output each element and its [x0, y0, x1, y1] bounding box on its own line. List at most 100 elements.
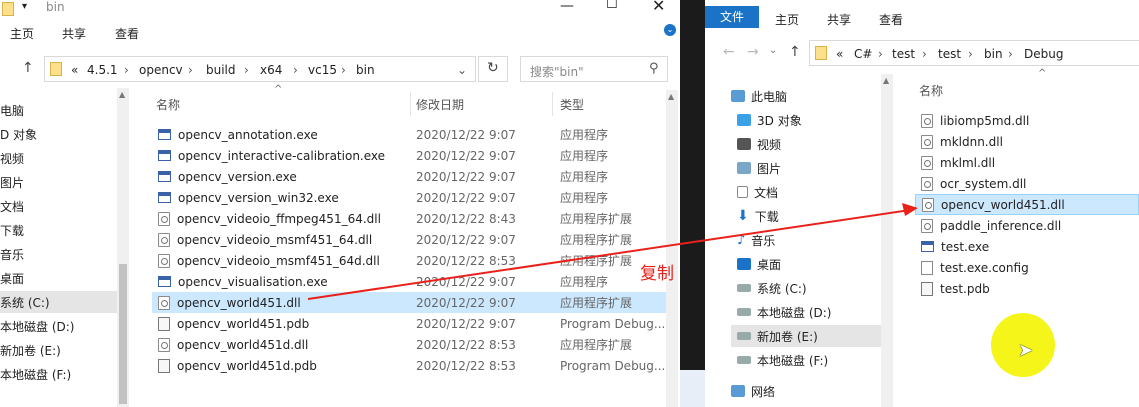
- file-row[interactable]: opencv_videoio_ffmpeg451_64.dll 2020/12/2…: [152, 208, 666, 229]
- file-row[interactable]: opencv_videoio_msmf451_64d.dll 2020/12/22…: [152, 250, 666, 271]
- file-row[interactable]: opencv_world451d.pdb 2020/12/22 8:53 Progr…: [152, 355, 666, 376]
- nav-item-pictures[interactable]: 图片: [737, 157, 881, 179]
- column-divider[interactable]: [552, 92, 553, 116]
- file-name: test.exe.config: [940, 260, 1029, 275]
- file-row[interactable]: opencv_annotation.exe 2020/12/22 9:07 应用程序: [152, 124, 666, 145]
- nav-item-documents[interactable]: 文档: [0, 195, 115, 217]
- crumb-bin[interactable]: bin: [984, 47, 1003, 61]
- tab-view[interactable]: 查看: [879, 11, 903, 28]
- file-row[interactable]: opencv_world451.pdb 2020/12/22 9:07 Progra…: [152, 313, 666, 334]
- up-arrow-icon[interactable]: ↑: [22, 60, 34, 76]
- nav-item-pc[interactable]: 电脑: [0, 99, 115, 121]
- nav-item-downloads[interactable]: ⬇ 下载: [737, 205, 881, 227]
- file-row[interactable]: opencv_videoio_msmf451_64.dll 2020/12/22 …: [152, 229, 666, 250]
- file-type: 应用程序扩展: [560, 254, 633, 268]
- nav-item-pictures[interactable]: 图片: [0, 171, 115, 193]
- column-divider[interactable]: [410, 92, 411, 116]
- scroll-up-icon[interactable]: ▲: [119, 90, 125, 99]
- nav-item-videos[interactable]: 视频: [0, 147, 115, 169]
- crumb-overflow[interactable]: «: [71, 63, 78, 77]
- file-name: paddle_inference.dll: [940, 218, 1062, 233]
- nav-item-downloads[interactable]: 下载: [0, 219, 115, 241]
- ribbon-expand-icon[interactable]: ⌄: [664, 24, 676, 36]
- file-row[interactable]: opencv_version_win32.exe 2020/12/22 9:07 应…: [152, 187, 666, 208]
- file-row[interactable]: opencv_world451.dll 2020/12/22 9:07 应用程序扩展: [152, 292, 666, 313]
- tab-file[interactable]: 文件: [705, 6, 759, 28]
- nav-item-drive-c[interactable]: 系统 (C:): [737, 277, 881, 299]
- search-input[interactable]: 搜索"bin" ⚲: [520, 56, 668, 82]
- tab-home[interactable]: 主页: [775, 11, 799, 28]
- maximize-button[interactable]: ☐: [606, 0, 618, 12]
- nav-item-drive-f[interactable]: 本地磁盘 (F:): [737, 349, 881, 371]
- column-header-type[interactable]: 类型: [560, 96, 584, 113]
- tab-share[interactable]: 共享: [827, 11, 851, 28]
- nav-item-documents[interactable]: 文档: [737, 181, 881, 203]
- crumb-opencv[interactable]: opencv: [139, 63, 183, 77]
- column-header-name[interactable]: 名称: [919, 82, 943, 99]
- tab-share[interactable]: 共享: [62, 25, 86, 42]
- refresh-button[interactable]: ↻: [478, 56, 508, 82]
- crumb-debug[interactable]: Debug: [1024, 47, 1063, 61]
- crumb-test-2[interactable]: test: [938, 47, 961, 61]
- nav-item-3d-objects[interactable]: 3D 对象: [737, 109, 881, 131]
- nav-item-desktop[interactable]: 桌面: [737, 253, 881, 275]
- tab-home[interactable]: 主页: [10, 25, 34, 42]
- close-button[interactable]: ✕: [652, 0, 665, 15]
- quick-access-dropdown-icon[interactable]: ▾: [22, 1, 27, 12]
- scroll-up-icon[interactable]: ▲: [668, 92, 674, 101]
- nav-item-videos[interactable]: 视频: [737, 133, 881, 155]
- crumb-overflow[interactable]: «: [836, 47, 843, 61]
- file-row[interactable]: mklml.dll: [915, 152, 1139, 173]
- crumb-4-5-1[interactable]: 4.5.1: [87, 63, 118, 77]
- nav-item-drive-e[interactable]: 新加卷 (E:): [0, 339, 115, 361]
- dll-file-icon: [158, 232, 170, 247]
- file-row[interactable]: opencv_version.exe 2020/12/22 9:07 应用程序: [152, 166, 666, 187]
- minimize-button[interactable]: —: [560, 0, 574, 14]
- crumb-x64[interactable]: x64: [260, 63, 282, 77]
- nav-item-drive-d[interactable]: 本地磁盘 (D:): [737, 301, 881, 323]
- nav-item-music[interactable]: ♪ 音乐: [737, 229, 881, 251]
- address-bar[interactable]: « C# › test › test › bin › Debug: [809, 40, 1139, 66]
- file-row[interactable]: test.exe: [915, 236, 1139, 257]
- column-header-date[interactable]: 修改日期: [416, 96, 464, 113]
- nav-scrollbar[interactable]: ▲: [117, 88, 129, 407]
- nav-item-network[interactable]: 网络: [731, 380, 881, 402]
- nav-item-desktop[interactable]: 桌面: [0, 267, 115, 289]
- file-row[interactable]: opencv_world451d.dll 2020/12/22 8:53 应用程序扩…: [152, 334, 666, 355]
- up-arrow-icon[interactable]: ↑: [789, 44, 801, 60]
- file-row[interactable]: opencv_world451.dll: [915, 194, 1139, 215]
- nav-item-drive-c[interactable]: 系统 (C:): [0, 291, 117, 313]
- address-bar[interactable]: « 4.5.1 › opencv › build › x64 › vc15 › …: [44, 56, 476, 82]
- file-row[interactable]: mkldnn.dll: [915, 131, 1139, 152]
- back-arrow-icon[interactable]: ←: [723, 44, 735, 60]
- dll-file-icon: [921, 218, 933, 233]
- nav-item-3d[interactable]: D 对象: [0, 123, 115, 145]
- forward-arrow-icon[interactable]: →: [747, 44, 759, 60]
- crumb-csharp[interactable]: C#: [854, 47, 872, 61]
- file-row[interactable]: ocr_system.dll: [915, 173, 1139, 194]
- crumb-build[interactable]: build: [206, 63, 236, 77]
- file-row[interactable]: libiomp5md.dll: [915, 110, 1139, 131]
- column-header-name[interactable]: 名称: [156, 96, 180, 113]
- crumb-test[interactable]: test: [892, 47, 915, 61]
- file-row[interactable]: opencv_interactive-calibration.exe 2020/1…: [152, 145, 666, 166]
- recent-dropdown-icon[interactable]: ⌄: [769, 45, 777, 56]
- nav-item-drive-d[interactable]: 本地磁盘 (D:): [0, 315, 115, 337]
- tab-view[interactable]: 查看: [115, 25, 139, 42]
- file-row[interactable]: test.exe.config: [915, 257, 1139, 278]
- crumb-vc15[interactable]: vc15: [308, 63, 337, 77]
- nav-item-drive-e[interactable]: 新加卷 (E:): [731, 325, 881, 347]
- file-row[interactable]: test.pdb: [915, 278, 1139, 299]
- address-dropdown-icon[interactable]: ⌄: [457, 63, 467, 77]
- nav-item-this-pc[interactable]: 此电脑: [731, 85, 881, 107]
- nav-scroll-thumb[interactable]: [119, 264, 127, 404]
- file-row[interactable]: paddle_inference.dll: [915, 215, 1139, 236]
- file-list-scrollbar[interactable]: ▲: [666, 90, 678, 407]
- nav-item-music[interactable]: 音乐: [0, 243, 115, 265]
- file-row[interactable]: opencv_visualisation.exe 2020/12/22 9:07 应…: [152, 271, 666, 292]
- scroll-up-icon[interactable]: ▲: [883, 76, 889, 85]
- picture-icon: [737, 162, 751, 174]
- nav-item-drive-f[interactable]: 本地磁盘 (F:): [0, 363, 115, 385]
- nav-scrollbar[interactable]: ▲: [881, 74, 893, 407]
- crumb-bin[interactable]: bin: [356, 63, 375, 77]
